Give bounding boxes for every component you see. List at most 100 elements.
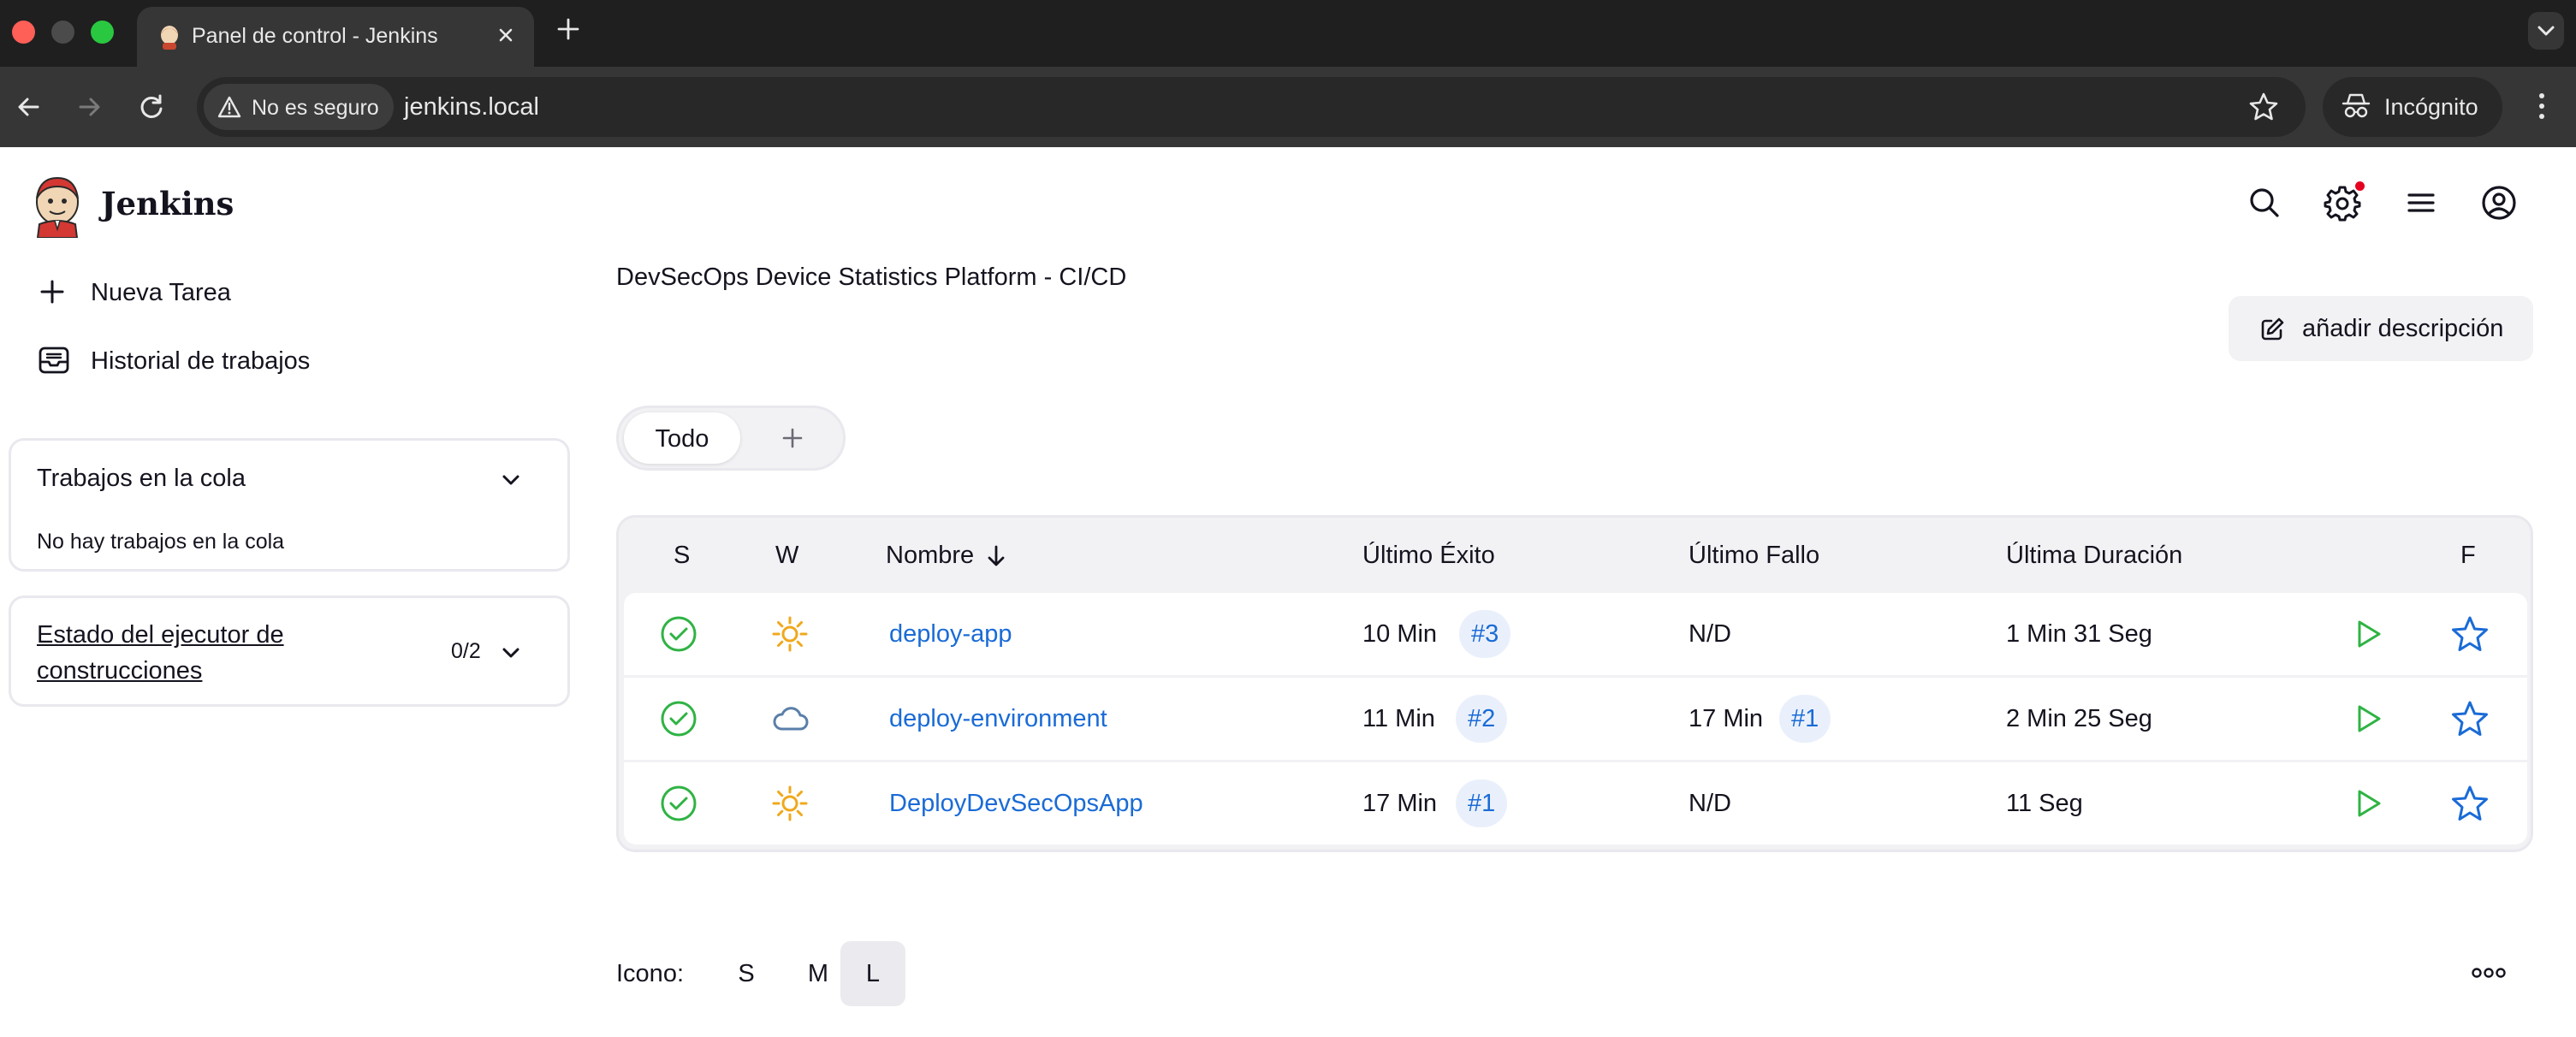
jenkins-logo-icon[interactable] [31, 173, 84, 238]
jenkins-favicon-icon [161, 26, 178, 50]
url-text: jenkins.local [404, 93, 539, 121]
tab-all[interactable]: Todo [624, 412, 740, 464]
browser-tab-active[interactable]: Panel de control - Jenkins [137, 7, 534, 67]
add-description-button[interactable]: añadir descripción [2229, 296, 2533, 361]
success-check-icon [661, 785, 697, 821]
last-success-build-link[interactable]: #2 [1456, 695, 1508, 743]
column-header-weather[interactable]: W [775, 542, 798, 570]
incognito-label: Incógnito [2384, 94, 2478, 120]
last-success-time: 17 Min [1362, 790, 1438, 817]
sidebar-item-build-history[interactable]: Historial de trabajos [38, 335, 551, 387]
site-security-chip[interactable]: No es seguro [204, 84, 394, 130]
search-icon[interactable] [2245, 183, 2284, 222]
bookmark-star-icon[interactable] [2247, 91, 2280, 123]
executor-status-panel: Estado del ejecutor de construcciones 0/… [9, 596, 570, 707]
warning-triangle-icon [217, 96, 241, 118]
hamburger-menu-icon[interactable] [2401, 183, 2441, 222]
incognito-profile-button[interactable]: Incógnito [2323, 77, 2502, 137]
jenkins-header: Jenkins [0, 147, 2576, 258]
icon-size-small-label: S [738, 960, 755, 987]
favorite-star-icon[interactable] [2448, 783, 2491, 826]
build-queue-empty-text: No hay trabajos en la cola [37, 530, 285, 554]
forward-arrow-icon[interactable] [72, 89, 108, 125]
inbox-icon [39, 347, 69, 374]
play-build-icon[interactable] [2351, 702, 2385, 736]
column-header-favorite: F [2460, 542, 2476, 569]
favorite-star-icon[interactable] [2448, 698, 2491, 741]
column-header-last-duration[interactable]: Última Duración [2006, 542, 2182, 570]
browser-tab-strip: Panel de control - Jenkins [0, 0, 2576, 67]
last-success-time: 10 Min [1362, 620, 1438, 648]
icon-size-label: Icono: [616, 960, 684, 987]
minimize-window-button[interactable] [51, 21, 74, 44]
page-description: DevSecOps Device Statistics Platform - C… [616, 264, 1127, 291]
favorite-star-icon[interactable] [2448, 613, 2491, 656]
last-duration: 11 Seg [2006, 790, 2083, 817]
more-options-icon[interactable] [2470, 962, 2508, 984]
maximize-window-button[interactable] [91, 21, 114, 44]
icon-size-small-button[interactable]: S [714, 941, 779, 1006]
browser-menu-icon[interactable] [2526, 87, 2557, 125]
reload-icon[interactable] [134, 89, 169, 125]
executor-status-link[interactable]: Estado del ejecutor de construcciones [37, 617, 345, 689]
job-name-link[interactable]: deploy-environment [889, 705, 1107, 733]
column-header-last-failure[interactable]: Último Fallo [1689, 542, 1819, 570]
table-row: deploy-environment 11 Min #2 17 Min #1 2… [624, 678, 2527, 760]
security-label: No es seguro [252, 96, 379, 120]
back-arrow-icon[interactable] [10, 89, 46, 125]
table-row: deploy-app 10 Min #3 N/D 1 Min 31 Seg [624, 593, 2527, 675]
icon-size-selector: Icono: S M L [616, 941, 959, 1006]
last-failure-time: N/D [1689, 790, 1731, 817]
tab-all-label: Todo [655, 425, 709, 453]
last-success-build-link[interactable]: #3 [1459, 610, 1511, 658]
chevron-down-icon[interactable] [497, 639, 525, 667]
last-failure-time: N/D [1689, 620, 1731, 648]
address-bar[interactable]: No es seguro jenkins.local [197, 77, 2306, 137]
browser-toolbar: No es seguro jenkins.local Incógnito [0, 67, 2576, 147]
edit-pencil-icon [2261, 317, 2284, 341]
icon-size-large-button[interactable]: L [840, 941, 905, 1006]
close-window-button[interactable] [12, 21, 35, 44]
close-tab-icon[interactable] [493, 22, 519, 48]
column-header-last-success[interactable]: Último Éxito [1362, 542, 1495, 570]
new-tab-icon[interactable] [555, 15, 582, 43]
add-description-label: añadir descripción [2302, 315, 2504, 342]
sidebar-item-label: Nueva Tarea [91, 279, 231, 306]
notification-dot [2355, 181, 2365, 191]
build-queue-title: Trabajos en la cola [37, 465, 246, 492]
chevron-down-icon [2537, 26, 2555, 36]
column-header-name[interactable]: Nombre [886, 542, 974, 570]
success-check-icon [661, 616, 697, 652]
build-queue-panel: Trabajos en la cola No hay trabajos en l… [9, 438, 570, 572]
last-success-time: 11 Min [1362, 705, 1435, 732]
job-name-link[interactable]: DeployDevSecOpsApp [889, 790, 1143, 818]
play-build-icon[interactable] [2351, 786, 2385, 821]
sunny-weather-icon [772, 785, 808, 821]
last-duration: 2 Min 25 Seg [2006, 705, 2152, 732]
table-row: DeployDevSecOpsApp 17 Min #1 N/D 11 Seg [624, 762, 2527, 844]
incognito-icon [2342, 93, 2371, 118]
user-account-icon[interactable] [2479, 183, 2519, 222]
tab-search-button[interactable] [2528, 12, 2564, 50]
jobs-table: S W Nombre Último Éxito Último Fallo Últ… [616, 515, 2533, 852]
column-header-status[interactable]: S [674, 542, 690, 570]
play-build-icon[interactable] [2351, 617, 2385, 651]
plus-icon [40, 280, 64, 304]
job-name-link[interactable]: deploy-app [889, 620, 1012, 649]
view-tabs: Todo [616, 406, 846, 471]
sidebar-item-label: Historial de trabajos [91, 347, 311, 375]
executor-count: 0/2 [451, 639, 481, 663]
last-success-build-link[interactable]: #1 [1456, 779, 1508, 827]
add-view-icon[interactable] [780, 425, 805, 451]
sidebar-item-new-task[interactable]: Nueva Tarea [38, 267, 551, 318]
cloudy-weather-icon [773, 707, 809, 731]
jenkins-brand[interactable]: Jenkins [101, 185, 234, 222]
last-duration: 1 Min 31 Seg [2006, 620, 2152, 648]
chevron-down-icon[interactable] [497, 466, 525, 494]
sort-descending-icon[interactable] [985, 543, 1007, 569]
icon-size-large-label: L [865, 960, 881, 987]
last-failure-time: 17 Min [1689, 705, 1764, 732]
last-failure-build-link[interactable]: #1 [1779, 695, 1831, 743]
success-check-icon [661, 701, 697, 737]
sunny-weather-icon [772, 616, 808, 652]
